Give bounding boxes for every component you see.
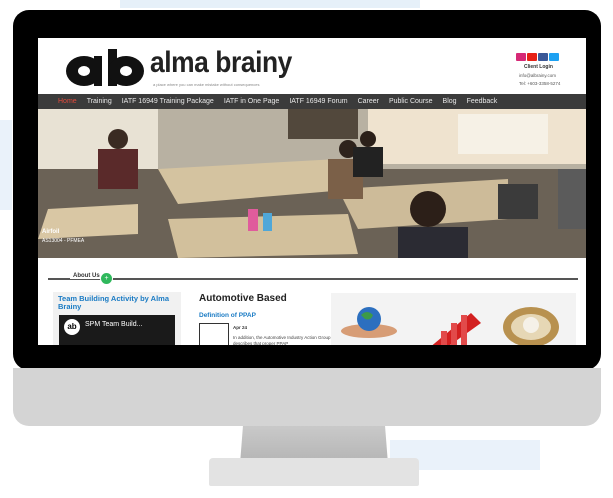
section-title: Automotive Based <box>199 293 287 304</box>
article-link[interactable]: Definition of PPAP <box>199 312 256 319</box>
brand-name[interactable]: alma brainy <box>150 46 292 80</box>
team-building-card: Team Building Activity by Alma Brainy ab… <box>53 292 181 345</box>
article-date: Apr 24 <box>233 325 248 330</box>
nav-item-public-course[interactable]: Public Course <box>389 98 433 105</box>
nav-item-training[interactable]: Training <box>87 98 112 105</box>
about-us-label[interactable]: About Us <box>70 273 103 279</box>
nav-item-home[interactable]: Home <box>58 98 77 105</box>
feature-images <box>341 307 559 345</box>
article-thumbnail[interactable] <box>199 323 229 345</box>
contact-phone: Tel: +603-3358-5274 <box>519 81 561 86</box>
monitor-base <box>209 458 419 486</box>
nav-item-feedback[interactable]: Feedback <box>467 98 498 105</box>
website-screen: alma brainy a place where you can make m… <box>38 38 586 345</box>
hero-caption-code: AS13004 - PFMEA <box>42 238 85 244</box>
article-excerpt: In addition, the Automotive Industry Act… <box>233 335 331 345</box>
facebook-icon[interactable] <box>538 53 548 61</box>
hero-slider-image[interactable]: Airfoil AS13004 - PFMEA <box>38 109 586 258</box>
ab-logo-icon[interactable] <box>64 49 146 89</box>
client-login-link[interactable]: Client Login <box>524 64 553 70</box>
brand-tagline: a place where you can make mistake witho… <box>153 82 260 87</box>
hero-caption-name: Airfoil <box>42 229 60 235</box>
contact-info: info@albrainy.com Tel: +603-3358-5274 <box>519 72 560 88</box>
globe-hand-icon <box>341 307 397 338</box>
growth-chart-icon <box>432 313 481 345</box>
nav-item-iatf-package[interactable]: IATF 16949 Training Package <box>122 98 214 105</box>
decor-dots-left <box>0 120 12 210</box>
video-title[interactable]: SPM Team Build... <box>85 321 142 328</box>
channel-logo-icon: ab <box>64 319 80 335</box>
video-thumbnail[interactable]: ab SPM Team Build... <box>59 315 175 345</box>
contact-email[interactable]: info@albrainy.com <box>519 72 560 80</box>
youtube-icon[interactable] <box>527 53 537 61</box>
nav-item-blog[interactable]: Blog <box>443 98 457 105</box>
pearl-oyster-icon <box>503 307 559 345</box>
instagram-icon[interactable] <box>516 53 526 61</box>
nav-item-career[interactable]: Career <box>358 98 379 105</box>
social-links <box>516 53 559 61</box>
twitter-icon[interactable] <box>549 53 559 61</box>
decor-dots-top <box>120 0 420 8</box>
card-title[interactable]: Team Building Activity by Alma Brainy <box>58 295 178 311</box>
feature-images-panel <box>331 293 576 345</box>
nav-item-iatf-forum[interactable]: IATF 16949 Forum <box>289 98 347 105</box>
monitor-chin <box>13 368 601 426</box>
about-divider <box>48 278 578 280</box>
classroom-photo <box>38 109 586 258</box>
about-expand-icon[interactable]: + <box>100 272 113 285</box>
nav-item-iatf-one-page[interactable]: IATF in One Page <box>224 98 280 105</box>
main-nav: Home Training IATF 16949 Training Packag… <box>38 94 586 109</box>
